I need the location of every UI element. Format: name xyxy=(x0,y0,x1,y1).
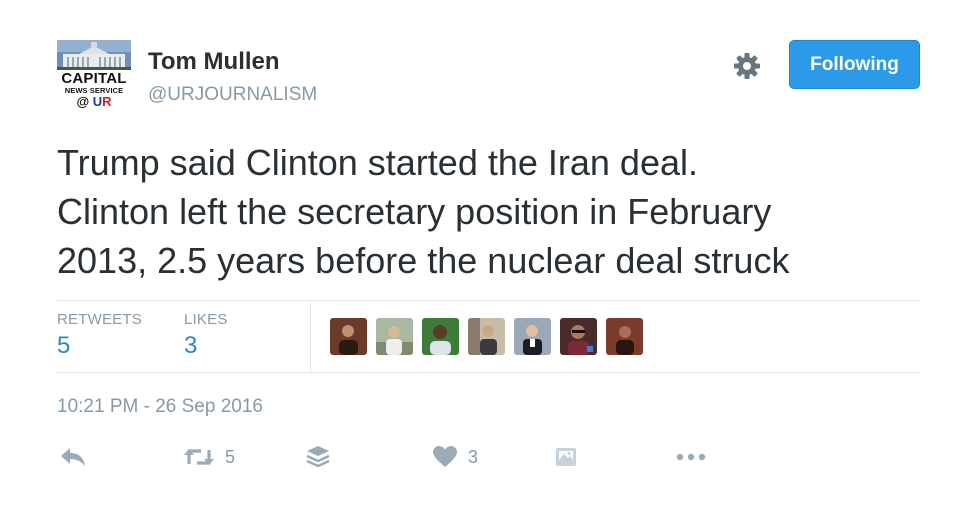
likes-count[interactable]: 3 xyxy=(184,332,197,360)
building-logo-icon xyxy=(57,40,131,70)
liker-avatar[interactable] xyxy=(560,318,597,355)
retweet-icon xyxy=(184,449,214,465)
tweet-text: Trump said Clinton started the Iran deal… xyxy=(57,138,937,285)
moment-button[interactable] xyxy=(555,440,577,474)
avatar-text-capital: CAPITAL xyxy=(61,70,127,87)
liker-avatar[interactable] xyxy=(422,318,459,355)
more-button[interactable] xyxy=(675,440,707,474)
reply-button[interactable] xyxy=(59,440,87,474)
heart-icon xyxy=(433,446,457,467)
stats-vertical-divider xyxy=(310,300,311,372)
stats-top-divider xyxy=(57,300,920,301)
like-button[interactable]: 3 xyxy=(432,440,478,474)
liker-avatar[interactable] xyxy=(606,318,643,355)
retweet-button[interactable]: 5 xyxy=(183,440,235,474)
avatar-text-ur: @ UR xyxy=(76,94,112,109)
tweet-text-line: Trump said Clinton started the Iran deal… xyxy=(57,142,698,183)
author-name[interactable]: Tom Mullen xyxy=(148,48,280,76)
like-action-count: 3 xyxy=(468,446,479,467)
likers-avatars xyxy=(330,318,643,355)
retweets-label: RETWEETS xyxy=(57,311,142,328)
liker-avatar[interactable] xyxy=(468,318,505,355)
author-handle[interactable]: @URJOURNALISM xyxy=(148,84,317,106)
moment-icon xyxy=(556,448,576,466)
tweet-text-line: 2013, 2.5 years before the nuclear deal … xyxy=(57,240,790,281)
liker-avatar[interactable] xyxy=(376,318,413,355)
liker-avatar[interactable] xyxy=(514,318,551,355)
likes-label: LIKES xyxy=(184,311,228,328)
stats-bottom-divider xyxy=(57,372,920,373)
buffer-button[interactable] xyxy=(305,440,331,474)
tweet-text-line: Clinton left the secretary position in F… xyxy=(57,191,772,232)
liker-avatar[interactable] xyxy=(330,318,367,355)
more-icon xyxy=(676,453,706,461)
gear-icon[interactable] xyxy=(731,50,763,82)
reply-icon xyxy=(61,448,85,466)
retweets-count[interactable]: 5 xyxy=(57,332,70,360)
layers-icon xyxy=(306,446,330,468)
following-button[interactable]: Following xyxy=(789,40,920,89)
retweet-action-count: 5 xyxy=(225,446,236,467)
tweet-timestamp[interactable]: 10:21 PM - 26 Sep 2016 xyxy=(57,396,263,418)
author-avatar[interactable]: CAPITAL NEWS SERVICE @ UR xyxy=(57,40,131,114)
